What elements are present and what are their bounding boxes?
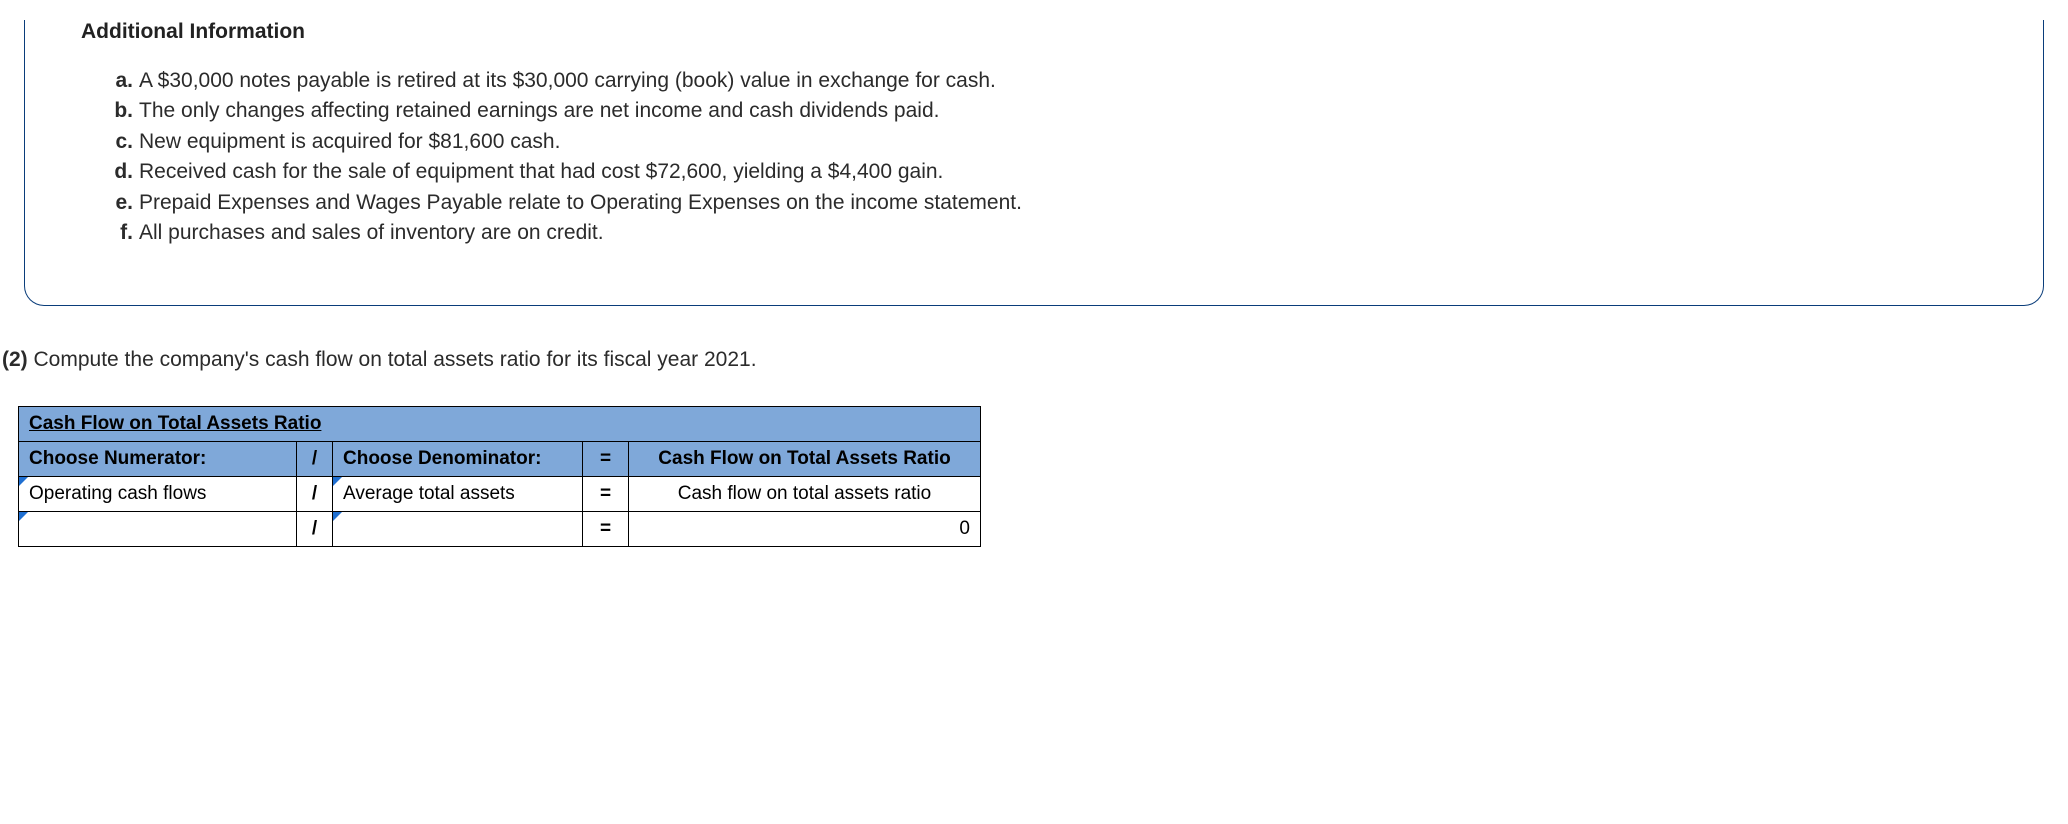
- header-slash: /: [297, 441, 333, 476]
- table-title: Cash Flow on Total Assets Ratio: [19, 406, 981, 441]
- question-body: Compute the company's cash flow on total…: [34, 348, 757, 371]
- item-text: New equipment is acquired for $81,600 ca…: [139, 127, 560, 157]
- item-letter: d.: [107, 157, 133, 187]
- denominator-select[interactable]: Average total assets: [333, 476, 583, 511]
- header-denominator: Choose Denominator:: [333, 441, 583, 476]
- list-item: b.The only changes affecting retained ea…: [107, 96, 1987, 126]
- slash-cell: /: [297, 511, 333, 546]
- item-text: Received cash for the sale of equipment …: [139, 157, 943, 187]
- item-text: Prepaid Expenses and Wages Payable relat…: [139, 188, 1022, 218]
- question-text: (2) Compute the company's cash flow on t…: [2, 348, 2068, 372]
- list-item: e.Prepaid Expenses and Wages Payable rel…: [107, 188, 1987, 218]
- item-letter: f.: [107, 218, 133, 248]
- item-letter: a.: [107, 66, 133, 96]
- list-item: a.A $30,000 notes payable is retired at …: [107, 66, 1987, 96]
- item-letter: c.: [107, 127, 133, 157]
- item-letter: b.: [107, 96, 133, 126]
- item-text: The only changes affecting retained earn…: [139, 96, 939, 126]
- header-equals: =: [583, 441, 629, 476]
- equals-cell: =: [583, 476, 629, 511]
- equals-cell: =: [583, 511, 629, 546]
- additional-info-box: Additional Information a.A $30,000 notes…: [24, 20, 2044, 306]
- denominator-value-input[interactable]: [333, 511, 583, 546]
- result-label: Cash flow on total assets ratio: [629, 476, 981, 511]
- additional-info-list: a.A $30,000 notes payable is retired at …: [107, 66, 1987, 249]
- additional-info-title: Additional Information: [81, 20, 1987, 44]
- list-item: d.Received cash for the sale of equipmen…: [107, 157, 1987, 187]
- item-text: All purchases and sales of inventory are…: [139, 218, 604, 248]
- header-numerator: Choose Numerator:: [19, 441, 297, 476]
- numerator-select[interactable]: Operating cash flows: [19, 476, 297, 511]
- numerator-value-input[interactable]: [19, 511, 297, 546]
- ratio-table: Cash Flow on Total Assets Ratio Choose N…: [18, 406, 981, 547]
- list-item: c.New equipment is acquired for $81,600 …: [107, 127, 1987, 157]
- slash-cell: /: [297, 476, 333, 511]
- result-value: 0: [629, 511, 981, 546]
- item-text: A $30,000 notes payable is retired at it…: [139, 66, 996, 96]
- header-result: Cash Flow on Total Assets Ratio: [629, 441, 981, 476]
- question-number: (2): [2, 348, 28, 371]
- list-item: f.All purchases and sales of inventory a…: [107, 218, 1987, 248]
- item-letter: e.: [107, 188, 133, 218]
